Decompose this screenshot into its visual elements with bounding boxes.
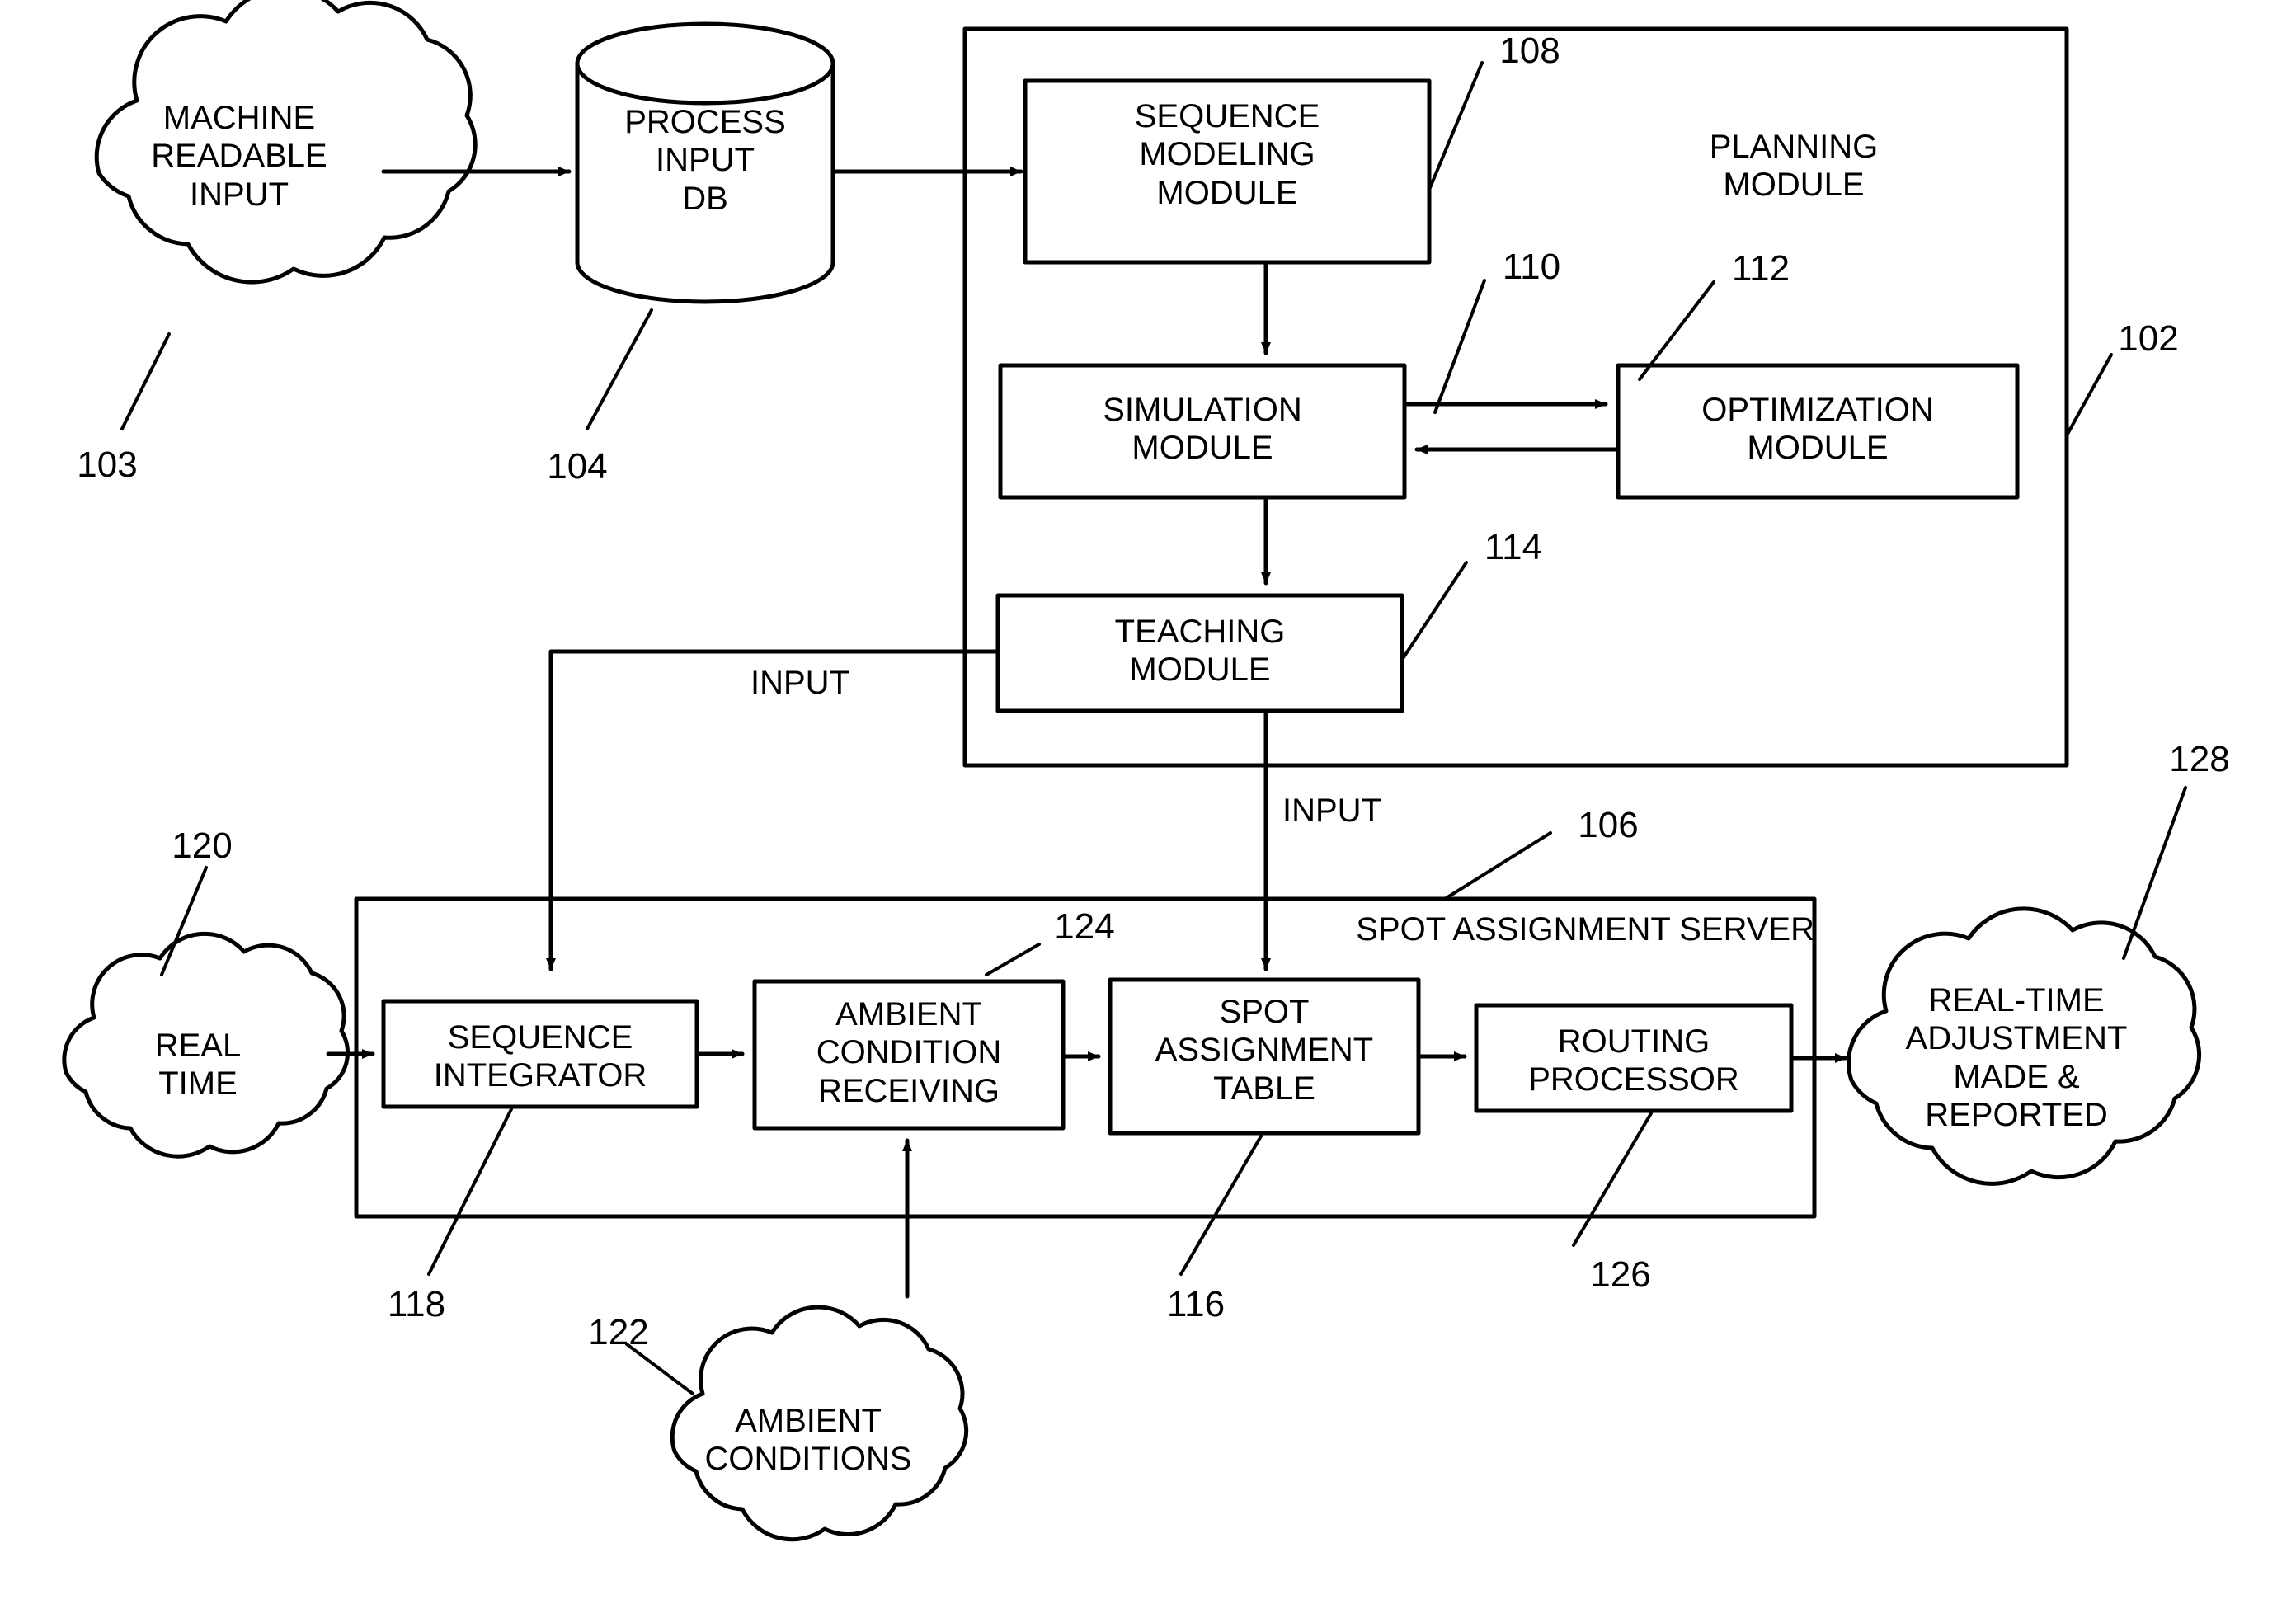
ref-108: 108 — [1499, 31, 1560, 71]
diagram-vector-layer — [62, 0, 2202, 1542]
figure-canvas: MACHINE READABLE INPUT 103 REAL TIME 120… — [0, 0, 2296, 1604]
ref-116: 116 — [1166, 1284, 1226, 1324]
ref-126: 126 — [1590, 1254, 1651, 1295]
cloud-label-machine-readable-input: MACHINE READABLE INPUT — [151, 100, 327, 213]
box-label-routing-processor: ROUTING PROCESSOR — [1528, 1023, 1739, 1098]
ref-122: 122 — [588, 1312, 649, 1352]
planning-module-title: PLANNING MODULE — [1709, 129, 1879, 204]
ref-110: 110 — [1502, 247, 1561, 287]
cloud-label-real-time: REAL TIME — [154, 1028, 242, 1103]
flow-label-input-to-server: INPUT — [1282, 793, 1381, 829]
ref-120: 120 — [172, 826, 233, 866]
ref-106: 106 — [1578, 805, 1639, 845]
ref-124: 124 — [1054, 906, 1115, 947]
ref-102: 102 — [2118, 318, 2179, 359]
ref-112: 112 — [1731, 248, 1790, 289]
box-label-optimization-module: OPTIMIZATION MODULE — [1701, 392, 1934, 467]
ref-128: 128 — [2169, 739, 2230, 779]
box-label-sequence-modeling-module: SEQUENCE MODELING MODULE — [1134, 98, 1320, 211]
box-label-teaching-module: TEACHING MODULE — [1114, 614, 1286, 689]
cloud-label-ambient-conditions: AMBIENT CONDITIONS — [704, 1403, 912, 1478]
box-label-spot-assignment-table: SPOT ASSIGNMENT TABLE — [1155, 994, 1374, 1107]
cloud-label-real-time-adjustment: REAL-TIME ADJUSTMENT MADE & REPORTED — [1905, 982, 2128, 1134]
ref-104: 104 — [547, 446, 608, 487]
ref-118: 118 — [387, 1284, 446, 1324]
ref-103: 103 — [77, 445, 138, 485]
spot-assignment-server-title: SPOT ASSIGNMENT SERVER — [1356, 911, 1814, 948]
box-label-ambient-condition-receiving: AMBIENT CONDITION RECEIVING — [816, 996, 1002, 1109]
ref-114: 114 — [1484, 527, 1543, 567]
box-label-simulation-module: SIMULATION MODULE — [1103, 392, 1302, 467]
flow-label-input-teaching-feedback: INPUT — [750, 665, 849, 701]
database-label-process-input-db: PROCESS INPUT DB — [624, 104, 786, 217]
box-label-sequence-integrator: SEQUENCE INTEGRATOR — [433, 1019, 647, 1094]
